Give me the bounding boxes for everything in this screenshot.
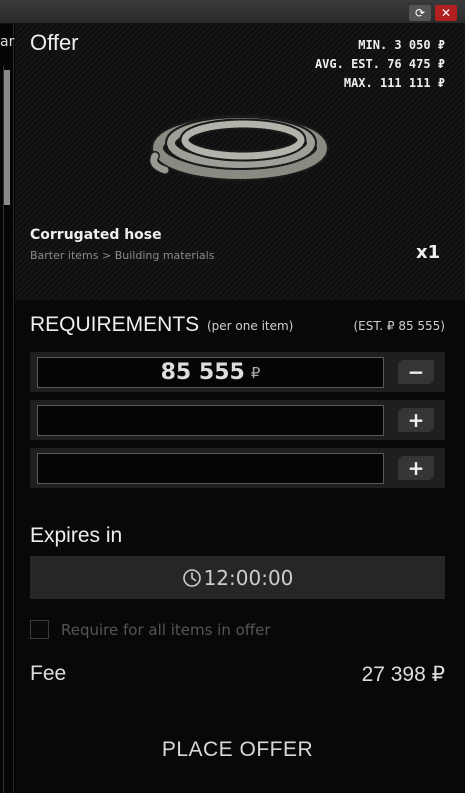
add-requirement-button[interactable]: + bbox=[398, 456, 434, 480]
require-all-option[interactable]: Require for all items in offer bbox=[30, 620, 271, 639]
item-category: Barter items > Building materials bbox=[30, 249, 215, 262]
fee-value: 27 398 ₽ bbox=[361, 663, 445, 686]
close-icon[interactable]: ✕ bbox=[435, 5, 457, 21]
corrugated-hose-image bbox=[148, 115, 329, 181]
expires-title: Expires in bbox=[30, 524, 123, 547]
requirement-empty-slot[interactable] bbox=[37, 405, 384, 436]
require-all-label: Require for all items in offer bbox=[61, 620, 271, 639]
fee-label: Fee bbox=[30, 662, 67, 685]
item-name: Corrugated hose bbox=[30, 227, 162, 243]
requirement-row: 85 555 ₽ − bbox=[30, 352, 445, 392]
remove-requirement-button[interactable]: − bbox=[398, 360, 434, 384]
expiry-time: 12:00:00 bbox=[203, 565, 294, 590]
scrollbar-thumb[interactable] bbox=[4, 70, 10, 205]
expiry-timer[interactable]: 12:00:00 bbox=[30, 556, 445, 599]
avg-est-price: AVG. EST. 76 475 ₽ bbox=[314, 57, 445, 71]
requirement-row: + bbox=[30, 448, 445, 488]
requirement-amount-input[interactable]: 85 555 ₽ bbox=[37, 357, 384, 388]
price-stats: MIN. 3 050 ₽ AVG. EST. 76 475 ₽ MAX. 111… bbox=[315, 36, 445, 93]
item-quantity: x1 bbox=[416, 242, 441, 263]
requirements-estimate: (EST. ₽ 85 555) bbox=[353, 319, 445, 333]
requirement-amount-value: 85 555 bbox=[160, 360, 245, 385]
requirements-subtitle: (per one item) bbox=[207, 319, 294, 333]
min-price: MIN. 3 050 ₽ bbox=[358, 38, 445, 52]
requirements-title: REQUIREMENTS bbox=[30, 313, 200, 336]
refresh-icon[interactable]: ⟳ bbox=[409, 5, 431, 21]
left-panel-text: ar bbox=[0, 34, 15, 50]
ruble-icon: ₽ bbox=[250, 363, 261, 382]
require-all-checkbox[interactable] bbox=[30, 620, 49, 639]
max-price: MAX. 111 111 ₽ bbox=[343, 76, 445, 90]
requirement-row: + bbox=[30, 400, 445, 440]
offer-title: Offer bbox=[30, 30, 79, 55]
clock-icon bbox=[182, 568, 201, 587]
requirement-empty-slot[interactable] bbox=[37, 453, 384, 484]
place-offer-button[interactable]: PLACE OFFER bbox=[140, 732, 335, 768]
window-titlebar: ⟳ ✕ bbox=[0, 0, 465, 24]
add-requirement-button[interactable]: + bbox=[398, 408, 434, 432]
